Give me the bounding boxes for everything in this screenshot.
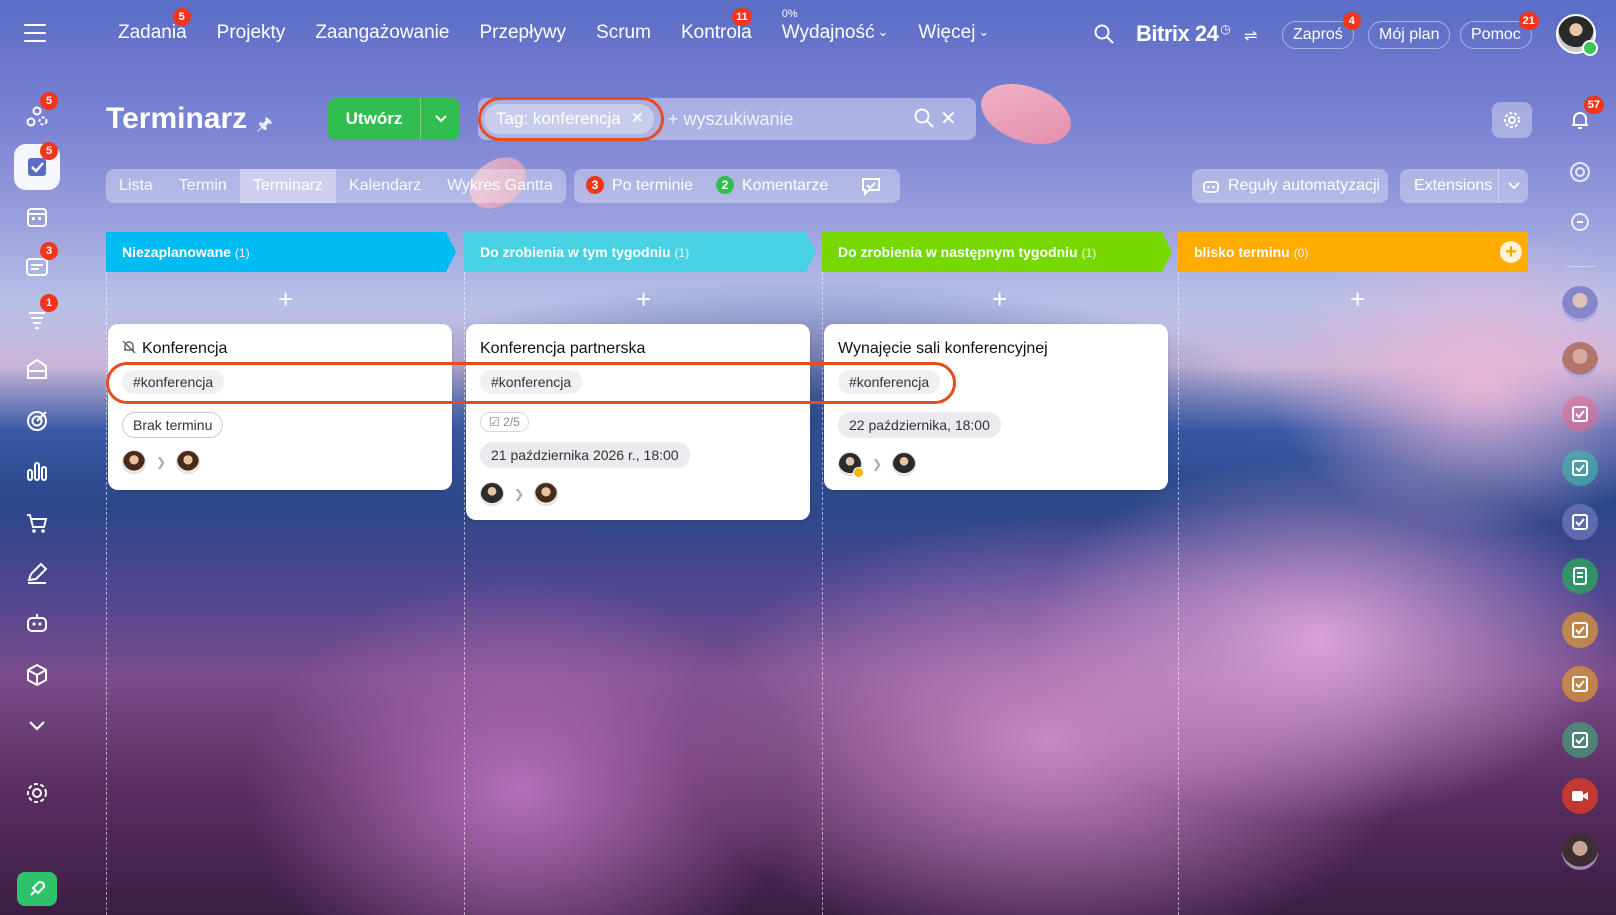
add-task-button[interactable]: + xyxy=(636,284,651,315)
deadline-badge[interactable]: Brak terminu xyxy=(122,412,224,438)
column-header-nastepny-tydzien[interactable]: Do zrobienia w następnym tygodniu (1) xyxy=(822,232,1162,272)
responsible-avatar[interactable] xyxy=(176,450,201,474)
deadline-badge[interactable]: 21 października 2026 r., 18:00 xyxy=(480,442,690,468)
column-header-niezaplanowane[interactable]: Niezaplanowane (1) xyxy=(106,232,446,272)
add-task-button[interactable]: + xyxy=(992,284,1007,315)
column-title: Do zrobienia w następnym tygodniu xyxy=(838,244,1078,260)
task-participants: ❯ xyxy=(122,450,201,474)
arrow-right-icon: ❯ xyxy=(156,455,167,469)
task-title[interactable]: Wynajęcie sali konferencyjnej xyxy=(838,340,1048,358)
highlight-frame xyxy=(106,362,956,404)
task-title-text: Konferencja xyxy=(142,340,228,357)
column-divider xyxy=(1178,272,1179,915)
arrow-right-icon: ❯ xyxy=(872,457,883,471)
task-title[interactable]: Konferencja partnerska xyxy=(480,340,645,358)
checklist-icon: ☑ xyxy=(489,415,500,429)
add-task-button[interactable]: + xyxy=(1350,284,1365,315)
column-title: Do zrobienia w tym tygodniu xyxy=(480,244,671,260)
task-card[interactable]: Konferencja #konferencja Brak terminu ❯ xyxy=(108,324,452,490)
muted-bell-icon xyxy=(122,340,136,354)
add-column-button[interactable]: + xyxy=(1500,241,1522,263)
column-count: (0) xyxy=(1293,246,1309,260)
task-participants: ❯ xyxy=(480,482,559,506)
column-count: (1) xyxy=(674,246,690,260)
column-header-ten-tydzien[interactable]: Do zrobienia w tym tygodniu (1) xyxy=(464,232,806,272)
column-divider xyxy=(106,272,107,915)
creator-avatar[interactable] xyxy=(122,450,146,474)
checklist-value: 2/5 xyxy=(503,415,520,429)
column-count: (1) xyxy=(1081,246,1097,260)
responsible-avatar[interactable] xyxy=(534,482,559,506)
column-header-blisko-terminu[interactable]: blisko terminu (0) + xyxy=(1178,232,1528,272)
task-participants: ❯ xyxy=(838,452,917,478)
coin-icon xyxy=(853,467,864,478)
column-title: Niezaplanowane xyxy=(122,244,231,260)
checklist-progress[interactable]: ☑ 2/5 xyxy=(480,412,529,432)
task-title[interactable]: Konferencja xyxy=(122,340,227,358)
add-task-button[interactable]: + xyxy=(278,284,293,315)
responsible-avatar[interactable] xyxy=(892,452,917,476)
arrow-right-icon: ❯ xyxy=(514,487,525,501)
creator-avatar[interactable] xyxy=(838,452,864,478)
task-card[interactable]: Wynajęcie sali konferencyjnej #konferenc… xyxy=(824,324,1168,490)
deadline-badge[interactable]: 22 października, 18:00 xyxy=(838,412,1001,438)
task-card[interactable]: Konferencja partnerska #konferencja ☑ 2/… xyxy=(466,324,810,520)
column-title: blisko terminu xyxy=(1194,244,1290,260)
column-count: (1) xyxy=(234,246,250,260)
creator-avatar[interactable] xyxy=(480,482,504,506)
